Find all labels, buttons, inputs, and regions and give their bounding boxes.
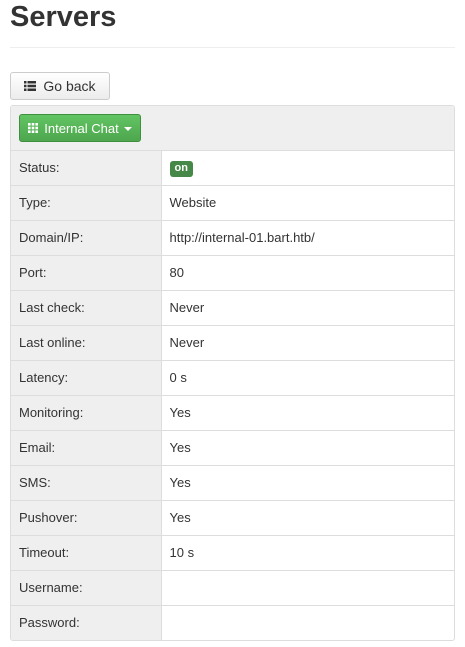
row-label: Port: (11, 254, 162, 290)
row-label: Last online: (11, 324, 162, 360)
row-password: Password: (11, 604, 454, 640)
title-divider (10, 47, 455, 48)
row-last-online: Last online: Never (11, 324, 454, 360)
row-monitoring: Monitoring: Yes (11, 394, 454, 430)
row-label: Password: (11, 604, 162, 640)
row-value: Yes (161, 429, 454, 465)
server-dropdown-label: Internal Chat (44, 120, 119, 136)
row-label: Status: (11, 151, 162, 185)
row-latency: Latency: 0 s (11, 359, 454, 395)
list-icon (24, 81, 37, 91)
row-value: 10 s (161, 534, 454, 570)
server-details-table: Status: on Type: Website Domain/IP: http… (11, 151, 454, 640)
row-value: on (161, 151, 454, 185)
row-label: Email: (11, 429, 162, 465)
row-label: SMS: (11, 464, 162, 500)
row-last-check: Last check: Never (11, 289, 454, 325)
row-port: Port: 80 (11, 254, 454, 290)
go-back-label: Go back (43, 78, 96, 94)
row-status: Status: on (11, 151, 454, 185)
row-value: Yes (161, 394, 454, 430)
row-sms: SMS: Yes (11, 464, 454, 500)
row-email: Email: Yes (11, 429, 454, 465)
server-details-panel: Internal Chat Status: on Type: Website D… (10, 105, 455, 641)
row-pushover: Pushover: Yes (11, 499, 454, 535)
row-label: Monitoring: (11, 394, 162, 430)
page-title: Servers (10, 1, 117, 33)
row-label: Username: (11, 569, 162, 605)
row-label: Latency: (11, 359, 162, 395)
panel-heading: Internal Chat (11, 106, 454, 151)
row-value: Yes (161, 499, 454, 535)
row-value (161, 604, 454, 640)
row-value (161, 569, 454, 605)
row-label: Type: (11, 184, 162, 220)
row-timeout: Timeout: 10 s (11, 534, 454, 570)
grid-icon (28, 123, 39, 133)
caret-down-icon (123, 127, 132, 131)
go-back-button[interactable]: Go back (10, 72, 110, 100)
row-value: Yes (161, 464, 454, 500)
row-username: Username: (11, 569, 454, 605)
row-label: Pushover: (11, 499, 162, 535)
row-label: Timeout: (11, 534, 162, 570)
row-value: 0 s (161, 359, 454, 395)
row-type: Type: Website (11, 184, 454, 220)
row-value: Never (161, 289, 454, 325)
row-value: Website (161, 184, 454, 220)
row-label: Domain/IP: (11, 219, 162, 255)
row-value: 80 (161, 254, 454, 290)
row-value: Never (161, 324, 454, 360)
row-value: http://internal-01.bart.htb/ (161, 219, 454, 255)
row-domain: Domain/IP: http://internal-01.bart.htb/ (11, 219, 454, 255)
row-label: Last check: (11, 289, 162, 325)
status-badge: on (169, 160, 193, 177)
server-dropdown-button[interactable]: Internal Chat (19, 114, 141, 142)
